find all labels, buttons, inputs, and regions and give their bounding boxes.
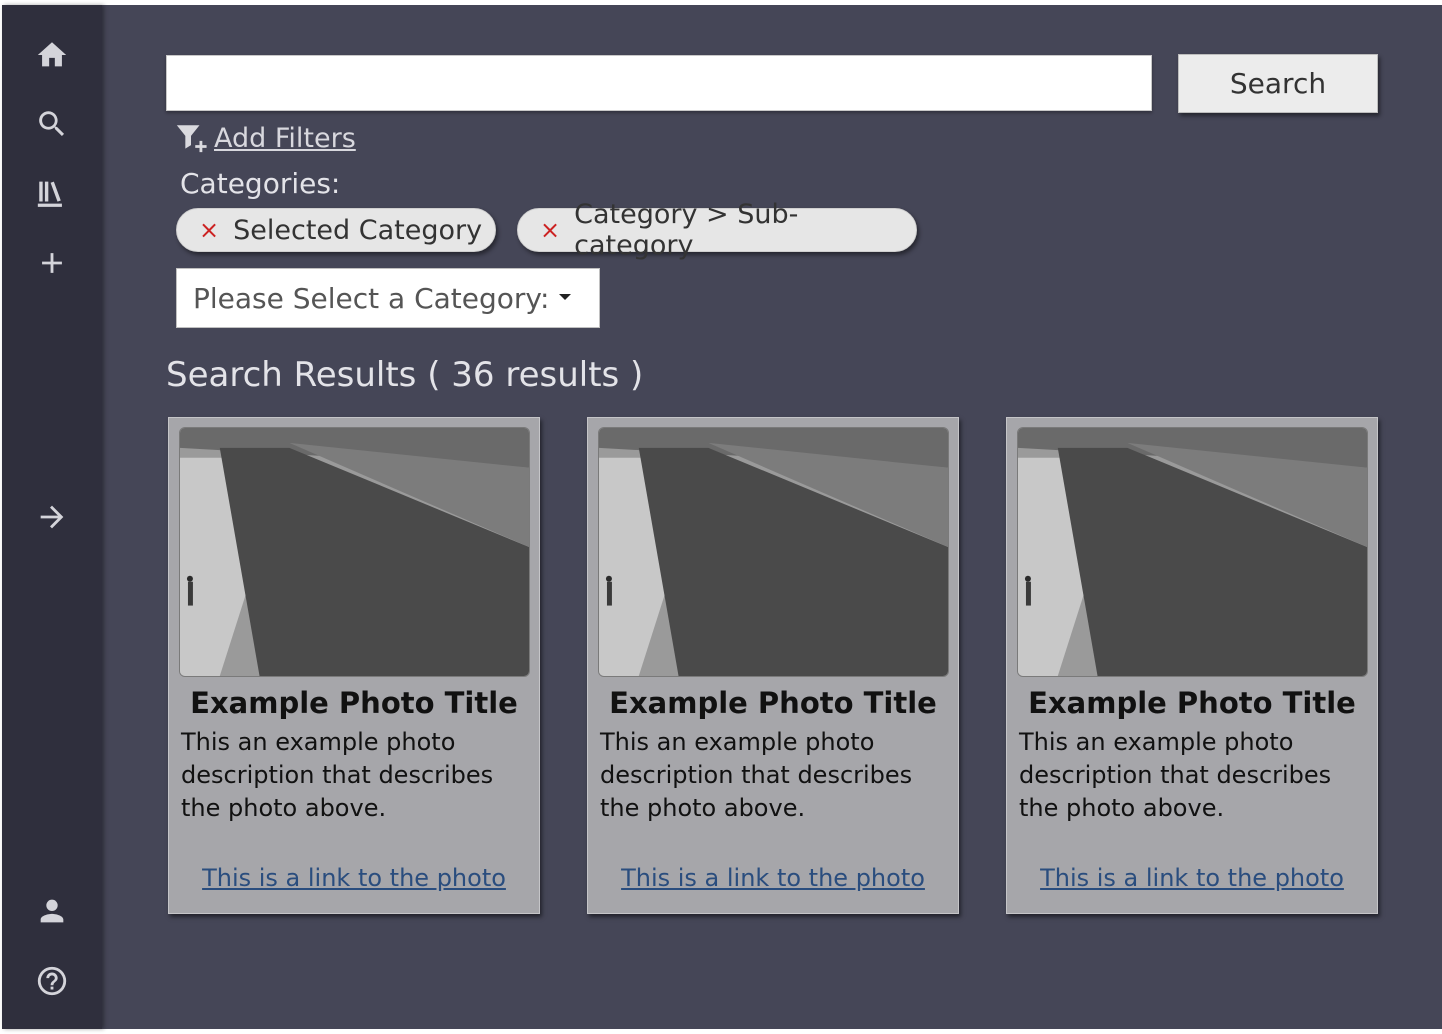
categories-label: Categories: xyxy=(180,167,341,200)
photo-link[interactable]: This is a link to the photo xyxy=(169,864,539,892)
result-photo[interactable] xyxy=(179,427,530,677)
category-select[interactable]: Please Select a Category: xyxy=(176,268,600,328)
chip-label: Category > Sub-category xyxy=(574,199,799,261)
search-input[interactable] xyxy=(166,55,1152,111)
library-icon[interactable] xyxy=(28,169,76,217)
photo-description: This an example photo description that d… xyxy=(1019,728,1332,822)
result-photo[interactable] xyxy=(1017,427,1368,677)
results-heading: Search Results ( 36 results ) xyxy=(166,355,644,395)
result-photo[interactable] xyxy=(598,427,949,677)
photo-description: This an example photo description that d… xyxy=(600,728,913,822)
sidebar xyxy=(2,5,102,1029)
chevron-down-icon xyxy=(559,294,571,300)
home-icon[interactable] xyxy=(28,31,76,79)
chip-label: Selected Category xyxy=(233,214,483,246)
add-icon[interactable] xyxy=(28,239,76,287)
photo-description: This an example photo description that d… xyxy=(181,728,494,822)
result-card: Example Photo Title This an example phot… xyxy=(587,417,959,914)
user-icon[interactable] xyxy=(28,887,76,935)
photo-title: Example Photo Title xyxy=(609,686,937,720)
category-select-label: Please Select a Category: xyxy=(193,281,550,315)
photo-title: Example Photo Title xyxy=(190,686,518,720)
photo-link[interactable]: This is a link to the photo xyxy=(588,864,958,892)
search-button[interactable]: Search xyxy=(1178,54,1378,113)
add-filters-label: Add Filters xyxy=(214,122,356,154)
photo-link[interactable]: This is a link to the photo xyxy=(1007,864,1377,892)
category-chip: × Selected Category xyxy=(176,208,496,252)
arrow-right-icon[interactable] xyxy=(28,493,76,541)
add-filters-link[interactable]: Add Filters xyxy=(174,118,356,158)
remove-chip-icon[interactable]: × xyxy=(199,216,219,244)
remove-chip-icon[interactable]: × xyxy=(540,216,560,244)
help-icon[interactable] xyxy=(28,957,76,1005)
search-icon[interactable] xyxy=(28,100,76,148)
photo-title: Example Photo Title xyxy=(1028,686,1356,720)
result-card: Example Photo Title This an example phot… xyxy=(1006,417,1378,914)
category-chip: × Category > Sub-category xyxy=(517,199,917,261)
filter-add-icon xyxy=(176,125,207,153)
result-card: Example Photo Title This an example phot… xyxy=(168,417,540,914)
app-frame: Search Add Filters Categories: × Selecte… xyxy=(2,5,1442,1029)
